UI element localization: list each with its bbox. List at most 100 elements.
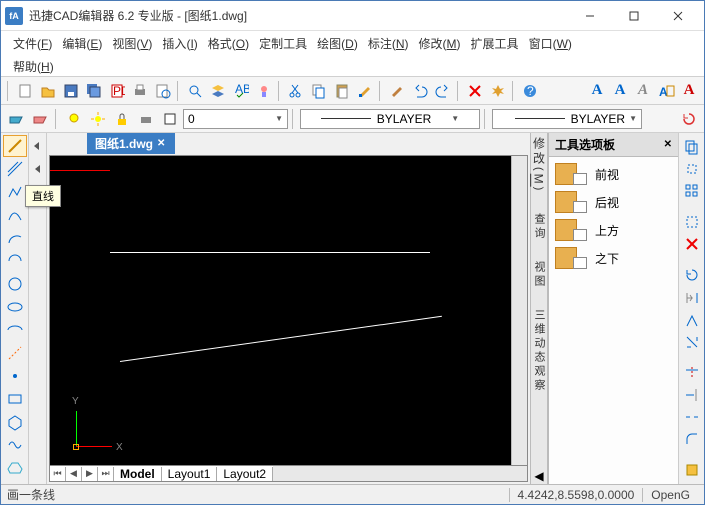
cloud-tool[interactable] <box>3 457 27 479</box>
print-preview-button[interactable] <box>152 80 174 102</box>
help-button[interactable]: ? <box>519 80 541 102</box>
rt-extend-icon[interactable] <box>680 385 704 405</box>
construction-line-tool[interactable] <box>3 158 27 180</box>
menu-file[interactable]: 文件(F) <box>9 33 56 54</box>
arc-tool[interactable] <box>3 227 27 249</box>
nav-first[interactable] <box>30 135 46 157</box>
explode-button[interactable] <box>487 80 509 102</box>
save-button[interactable] <box>60 80 82 102</box>
rt-mirror-icon[interactable] <box>680 288 704 308</box>
menu-help[interactable]: 帮助(H) <box>9 56 696 77</box>
layout-nav-prev[interactable]: ◀ <box>66 467 82 481</box>
menu-modify[interactable]: 修改(M) <box>415 33 465 54</box>
rt-mirror2-icon[interactable] <box>680 310 704 330</box>
menu-draw[interactable]: 绘图(D) <box>313 33 362 54</box>
lineweight-combo[interactable]: BYLAYER▼ <box>492 109 642 129</box>
text-style-a4[interactable]: A <box>655 80 677 102</box>
menu-window[interactable]: 窗口(W) <box>525 33 576 54</box>
spellcheck-button[interactable]: ABC <box>230 80 252 102</box>
palette-close-icon[interactable]: ✕ <box>664 139 672 150</box>
pdf-button[interactable]: PDF <box>106 80 128 102</box>
text-style-a1[interactable]: A <box>586 80 608 102</box>
rectangle-tool[interactable] <box>3 388 27 410</box>
menu-insert[interactable]: 插入(I) <box>158 33 201 54</box>
menu-ext-tools[interactable]: 扩展工具 <box>467 33 523 54</box>
text-style-a5[interactable]: A <box>678 80 700 102</box>
vertical-scrollbar[interactable] <box>511 156 527 465</box>
rt-block-icon[interactable] <box>680 460 704 480</box>
layers-button[interactable] <box>207 80 229 102</box>
linetype-combo[interactable]: BYLAYER▼ <box>300 109 480 129</box>
layout-nav-last[interactable]: ⏭ <box>98 467 114 481</box>
side-tab-collapse[interactable]: ◀ <box>531 468 547 484</box>
arc2-tool[interactable] <box>3 250 27 272</box>
rt-array-icon[interactable] <box>680 181 704 201</box>
bulb-icon[interactable] <box>63 108 85 130</box>
rt-move-icon[interactable] <box>680 159 704 179</box>
layer-state1-button[interactable] <box>5 108 27 130</box>
lock-icon[interactable] <box>111 108 133 130</box>
paste-button[interactable] <box>331 80 353 102</box>
palette-item-bottom[interactable]: 之下 <box>551 247 676 269</box>
printable-icon[interactable] <box>135 108 157 130</box>
layout-nav-next[interactable]: ▶ <box>82 467 98 481</box>
drawing-canvas[interactable]: Y X <box>50 156 511 465</box>
audit-button[interactable] <box>253 80 275 102</box>
menu-custom-tools[interactable]: 定制工具 <box>255 33 311 54</box>
print-button[interactable] <box>129 80 151 102</box>
erase-red-button[interactable] <box>464 80 486 102</box>
brush-button[interactable] <box>386 80 408 102</box>
palette-item-top[interactable]: 上方 <box>551 219 676 241</box>
saveall-button[interactable] <box>83 80 105 102</box>
open-button[interactable] <box>37 80 59 102</box>
tab-close-icon[interactable]: ✕ <box>157 138 165 149</box>
ellipse-tool[interactable] <box>3 296 27 318</box>
freehand-tool[interactable] <box>3 434 27 456</box>
side-tab-query[interactable]: 查询 <box>531 213 547 241</box>
find-button[interactable] <box>184 80 206 102</box>
side-tab-modify[interactable]: 修改(M) <box>531 137 548 193</box>
rt-trim-icon[interactable] <box>680 363 704 383</box>
rt-break-icon[interactable] <box>680 407 704 427</box>
color-swatch[interactable] <box>159 108 181 130</box>
layout-tab-1[interactable]: Layout1 <box>162 467 218 481</box>
text-style-a2[interactable]: A <box>609 80 631 102</box>
minimize-button[interactable] <box>568 2 612 30</box>
side-tab-3dorbit[interactable]: 三维动态观察 <box>531 309 547 393</box>
circle-tool[interactable] <box>3 273 27 295</box>
rt-offset-icon[interactable] <box>680 212 704 232</box>
text-style-a3[interactable]: A <box>632 80 654 102</box>
redo-button[interactable] <box>432 80 454 102</box>
match-button[interactable] <box>354 80 376 102</box>
layout-tab-2[interactable]: Layout2 <box>217 467 273 481</box>
ellipse-arc-tool[interactable] <box>3 319 27 341</box>
point-tool[interactable] <box>3 365 27 387</box>
menu-view[interactable]: 视图(V) <box>108 33 156 54</box>
ray-tool[interactable] <box>3 342 27 364</box>
polygon-tool[interactable] <box>3 411 27 433</box>
line-tool[interactable] <box>3 135 27 157</box>
rt-scale-icon[interactable] <box>680 332 704 352</box>
spline-tool[interactable] <box>3 204 27 226</box>
close-button[interactable] <box>656 2 700 30</box>
side-tab-view[interactable]: 视图 <box>531 261 547 289</box>
menu-annotate[interactable]: 标注(N) <box>364 33 413 54</box>
nav-prev[interactable] <box>30 158 46 180</box>
rt-delete-icon[interactable] <box>680 234 704 254</box>
rt-copy-icon[interactable] <box>680 137 704 157</box>
polyline-tool[interactable] <box>3 181 27 203</box>
menu-edit[interactable]: 编辑(E) <box>58 33 106 54</box>
rt-rotate-icon[interactable] <box>680 265 704 285</box>
sun-icon[interactable] <box>87 108 109 130</box>
layer-combo[interactable]: 0▼ <box>183 109 288 129</box>
copy-button[interactable] <box>308 80 330 102</box>
horizontal-scrollbar[interactable] <box>273 466 527 481</box>
undo-button[interactable] <box>409 80 431 102</box>
layout-tab-model[interactable]: Model <box>114 467 162 481</box>
rt-fillet-icon[interactable] <box>680 429 704 449</box>
palette-item-back[interactable]: 后视 <box>551 191 676 213</box>
layer-state2-button[interactable] <box>29 108 51 130</box>
layout-nav-first[interactable]: ⏮ <box>50 467 66 481</box>
cut-button[interactable] <box>285 80 307 102</box>
menu-format[interactable]: 格式(O) <box>204 33 253 54</box>
